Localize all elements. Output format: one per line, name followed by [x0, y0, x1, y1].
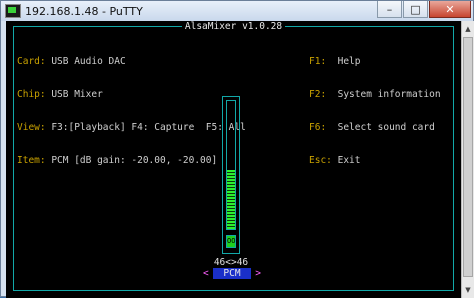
close-button[interactable]: ✕	[429, 1, 471, 18]
info-line-chip: Chip: USB Mixer	[17, 89, 246, 100]
volume-level-fill	[227, 170, 235, 229]
putty-icon[interactable]	[5, 4, 21, 18]
key-desc: Select sound card	[326, 122, 435, 133]
info-label: View:	[17, 122, 46, 133]
mixer-info: Card: USB Audio DAC Chip: USB Mixer View…	[17, 34, 246, 188]
info-line-view: View: F3:[Playback] F4: Capture F5: All	[17, 122, 246, 133]
window-title: 192.168.1.48 - PuTTY	[25, 4, 143, 18]
key-line-sysinfo: F2: System information	[309, 89, 441, 100]
key-desc: Exit	[331, 155, 361, 166]
key-desc: System information	[326, 89, 441, 100]
maximize-button[interactable]: □	[403, 1, 428, 18]
key-name: Esc:	[309, 155, 332, 166]
key-line-help: F1: Help	[309, 56, 441, 67]
putty-window: 192.168.1.48 - PuTTY – □ ✕ AlsaMixer v1.…	[0, 0, 474, 298]
left-arrow-icon: <	[203, 268, 209, 279]
info-line-item: Item: PCM [dB gain: -20.00, -20.00]	[17, 155, 246, 166]
key-name: F1:	[309, 56, 327, 67]
info-label: Item:	[17, 155, 46, 166]
scroll-thumb[interactable]	[463, 37, 473, 277]
pcm-volume-slider[interactable]: OO	[222, 96, 240, 254]
right-arrow-icon: >	[255, 268, 261, 279]
scroll-down-icon[interactable]: ▼	[462, 283, 474, 297]
scroll-up-icon[interactable]: ▲	[462, 22, 474, 36]
mixer-title: AlsaMixer v1.0.28	[181, 21, 286, 32]
key-desc: Help	[326, 56, 361, 67]
minimize-button[interactable]: –	[377, 1, 402, 18]
volume-level-text: 46<>46	[213, 257, 249, 268]
key-name: F6:	[309, 122, 327, 133]
info-value: PCM [dB gain: -20.00, -20.00]	[45, 155, 218, 166]
terminal-area[interactable]: AlsaMixer v1.0.28 Card: USB Audio DAC Ch…	[6, 21, 461, 298]
mixer-title-row: AlsaMixer v1.0.28	[6, 21, 461, 32]
info-value: USB Audio DAC	[45, 56, 126, 67]
info-label: Chip:	[17, 89, 46, 100]
info-label: Card:	[17, 56, 46, 67]
title-bar[interactable]: 192.168.1.48 - PuTTY – □ ✕	[1, 1, 473, 21]
key-name: F2:	[309, 89, 327, 100]
channel-name[interactable]: PCM	[213, 268, 251, 279]
info-value: F3:[Playback] F4: Capture F5: All	[45, 122, 246, 133]
key-line-select-card: F6: Select sound card	[309, 122, 441, 133]
window-controls: – □ ✕	[376, 1, 471, 18]
key-line-exit: Esc: Exit	[309, 155, 441, 166]
mute-toggle[interactable]: OO	[226, 235, 236, 248]
info-value: USB Mixer	[45, 89, 103, 100]
channel-selector[interactable]: < PCM >	[201, 268, 263, 279]
key-help: F1: Help F2: System information F6: Sele…	[309, 34, 441, 188]
volume-meter[interactable]	[226, 100, 236, 230]
info-line-card: Card: USB Audio DAC	[17, 56, 246, 67]
vertical-scrollbar[interactable]: ▲ ▼	[461, 21, 474, 298]
